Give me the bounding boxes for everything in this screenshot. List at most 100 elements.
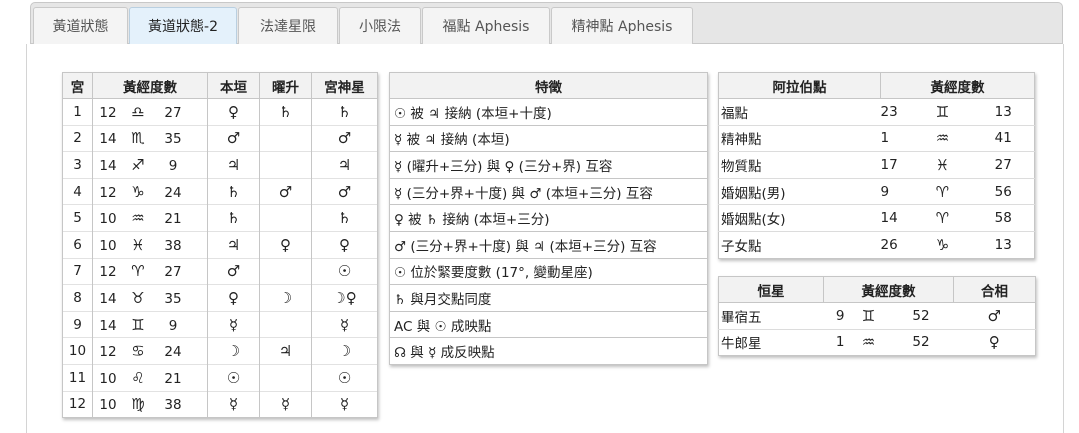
feature-row: ☉ 位於緊要度數 (17°, 變動星座) bbox=[389, 257, 708, 286]
tab-firdaria[interactable]: 法達星限 bbox=[238, 7, 338, 44]
tab-ecliptic-state-2[interactable]: 黃道狀態-2 bbox=[129, 7, 237, 44]
domicile-planet-icon: ☿ bbox=[207, 390, 260, 418]
zodiac-sign-icon: ♍ bbox=[131, 395, 145, 414]
house-ruler-icon: ♄ bbox=[311, 204, 378, 232]
exaltation-planet-icon: ♄ bbox=[259, 98, 312, 126]
feature-text: ☿ 被 ♃ 接納 (本垣) bbox=[389, 124, 708, 153]
house-row: 3 14 ♐ 9 ♃ ♃ bbox=[62, 151, 378, 179]
cusp-minute: 21 bbox=[164, 370, 182, 387]
cusp-degree: 10 bbox=[99, 397, 117, 414]
house-cusp-longitude: 14 ♊ 9 bbox=[92, 310, 208, 338]
exaltation-planet-icon bbox=[259, 310, 312, 338]
house-number: 11 bbox=[62, 363, 93, 392]
house-ruler-icon: ♃ bbox=[311, 151, 378, 179]
arabic-part-name: 婚姻點(男) bbox=[718, 177, 881, 205]
domicile-planet-icon: ♀ bbox=[207, 98, 260, 126]
house-cusp-longitude: 12 ♈ 27 bbox=[92, 257, 208, 285]
house-number: 2 bbox=[62, 124, 93, 152]
cusp-degree: 12 bbox=[99, 184, 117, 201]
arabic-part-name: 婚姻點(女) bbox=[718, 204, 881, 232]
domicile-planet-icon: ♂ bbox=[207, 257, 260, 285]
arabic-part-minute: 56 bbox=[972, 177, 1035, 205]
feature-text: ♀ 被 ♄ 接納 (本垣+三分) bbox=[389, 204, 708, 232]
cusp-minute: 38 bbox=[164, 237, 182, 254]
domicile-planet-icon: ♃ bbox=[207, 151, 260, 179]
cusp-minute: 24 bbox=[164, 344, 182, 361]
zodiac-sign-icon: ♐ bbox=[131, 155, 145, 174]
cusp-degree: 12 bbox=[99, 344, 117, 361]
arabic-part-degree: 23 bbox=[880, 98, 913, 126]
exaltation-planet-icon bbox=[259, 151, 312, 179]
feature-text: ♂ (三分+界+十度) 與 ♃ (本垣+三分) 互容 bbox=[389, 230, 708, 259]
house-ruler-icon: ♂ bbox=[311, 177, 378, 205]
domicile-planet-icon: ♄ bbox=[207, 177, 260, 205]
fixed-stars-table: 恒星 黃經度數 合相 畢宿五 9 ♊ 52 ♂ 牛郎星 1 ♒ 52 ♀ bbox=[718, 276, 1036, 357]
domicile-planet-icon: ☉ bbox=[207, 363, 260, 392]
zodiac-sign-icon: ♓ bbox=[131, 235, 145, 254]
zodiac-sign-icon: ♊ bbox=[912, 98, 973, 126]
zodiac-sign-icon: ♑ bbox=[912, 230, 973, 259]
fixed-star-row: 畢宿五 9 ♊ 52 ♂ bbox=[718, 302, 1036, 330]
cusp-minute: 35 bbox=[164, 131, 182, 148]
arabic-part-minute: 41 bbox=[972, 124, 1035, 152]
house-number: 9 bbox=[62, 310, 93, 338]
house-row: 1 12 ♎ 27 ♀ ♄ ♄ bbox=[62, 98, 378, 126]
exaltation-planet-icon: ☿ bbox=[259, 390, 312, 418]
feature-row: ♂ (三分+界+十度) 與 ♃ (本垣+三分) 互容 bbox=[389, 230, 708, 259]
domicile-planet-icon: ☽ bbox=[207, 337, 260, 365]
zodiac-sign-icon: ♏ bbox=[131, 129, 145, 148]
tab-profection[interactable]: 小限法 bbox=[339, 7, 421, 44]
panel-border-left bbox=[26, 44, 27, 433]
fixed-star-degree: 1 bbox=[823, 328, 849, 356]
arabic-part-minute: 58 bbox=[972, 204, 1035, 232]
house-row: 4 12 ♑ 24 ♄ ♂ ♂ bbox=[62, 177, 378, 205]
arabic-part-minute: 13 bbox=[972, 98, 1035, 126]
feature-text: ♄ 與月交點同度 bbox=[389, 284, 708, 312]
house-ruler-icon: ☿ bbox=[311, 390, 378, 418]
house-ruler-icon: ☉ bbox=[311, 257, 378, 285]
cusp-degree: 10 bbox=[99, 211, 117, 228]
house-row: 7 12 ♈ 27 ♂ ☉ bbox=[62, 257, 378, 285]
feature-row: ♀ 被 ♄ 接納 (本垣+三分) bbox=[389, 204, 708, 232]
house-number: 6 bbox=[62, 230, 93, 259]
feature-row: ☿ (三分+界+十度) 與 ♂ (本垣+三分) 互容 bbox=[389, 177, 708, 206]
cusp-minute: 27 bbox=[164, 104, 182, 121]
house-table-header: 宮 黃經度數 本垣 曜升 宮神星 bbox=[62, 72, 378, 99]
header-domicile: 本垣 bbox=[207, 72, 260, 99]
house-cusp-longitude: 10 ♓ 38 bbox=[92, 230, 208, 259]
exaltation-planet-icon bbox=[259, 363, 312, 392]
exaltation-planet-icon: ♂ bbox=[259, 177, 312, 205]
header-conjunction: 合相 bbox=[953, 276, 1036, 303]
cusp-degree: 14 bbox=[99, 317, 117, 334]
tab-fortune-aphesis[interactable]: 福點 Aphesis bbox=[422, 7, 550, 44]
arabic-part-name: 福點 bbox=[718, 98, 881, 126]
cusp-degree: 14 bbox=[99, 157, 117, 174]
tab-ecliptic-state[interactable]: 黃道狀態 bbox=[33, 7, 128, 44]
house-cusp-longitude: 12 ♎ 27 bbox=[92, 98, 208, 126]
house-ruler-icon: ♄ bbox=[311, 98, 378, 126]
tab-spirit-aphesis[interactable]: 精神點 Aphesis bbox=[551, 7, 693, 44]
fixed-star-degree: 9 bbox=[823, 302, 849, 330]
header-fixed-star: 恒星 bbox=[718, 276, 824, 303]
features-table: 特徵 ☉ 被 ♃ 接納 (本垣+十度) ☿ 被 ♃ 接納 (本垣) ☿ (曜升+三分… bbox=[389, 72, 708, 365]
header-features: 特徵 bbox=[389, 72, 708, 99]
zodiac-sign-icon: ♋ bbox=[131, 342, 145, 361]
zodiac-sign-icon: ♊ bbox=[131, 315, 145, 334]
feature-text: ☉ 被 ♃ 接納 (本垣+十度) bbox=[389, 98, 708, 126]
house-row: 11 10 ♌ 21 ☉ ☉ bbox=[62, 363, 378, 392]
arabic-parts-table: 阿拉伯點 黃經度數 福點 23 ♊ 13 精神點 1 ♒ 41 物質點 17 ♓ 27 婚姻點(男) 9 ♈… bbox=[718, 72, 1035, 259]
arabic-part-degree: 1 bbox=[880, 124, 913, 152]
house-row: 5 10 ♒ 21 ♄ ♄ bbox=[62, 204, 378, 232]
domicile-planet-icon: ♂ bbox=[207, 124, 260, 152]
feature-row: ♄ 與月交點同度 bbox=[389, 284, 708, 312]
arabic-part-row: 物質點 17 ♓ 27 bbox=[718, 151, 1035, 179]
house-cusp-longitude: 10 ♌ 21 bbox=[92, 363, 208, 392]
fixed-star-name: 牛郎星 bbox=[718, 328, 824, 356]
feature-text: ☊ 與 ☿ 成反映點 bbox=[389, 337, 708, 365]
arabic-part-degree: 26 bbox=[880, 230, 913, 259]
house-ruler-icon: ☽♀ bbox=[311, 284, 378, 312]
house-row: 8 14 ♉ 35 ♀ ☽ ☽♀ bbox=[62, 284, 378, 312]
cusp-minute: 24 bbox=[164, 184, 182, 201]
feature-text: AC 與 ☉ 成映點 bbox=[389, 310, 708, 339]
zodiac-sign-icon: ♈ bbox=[131, 262, 145, 281]
